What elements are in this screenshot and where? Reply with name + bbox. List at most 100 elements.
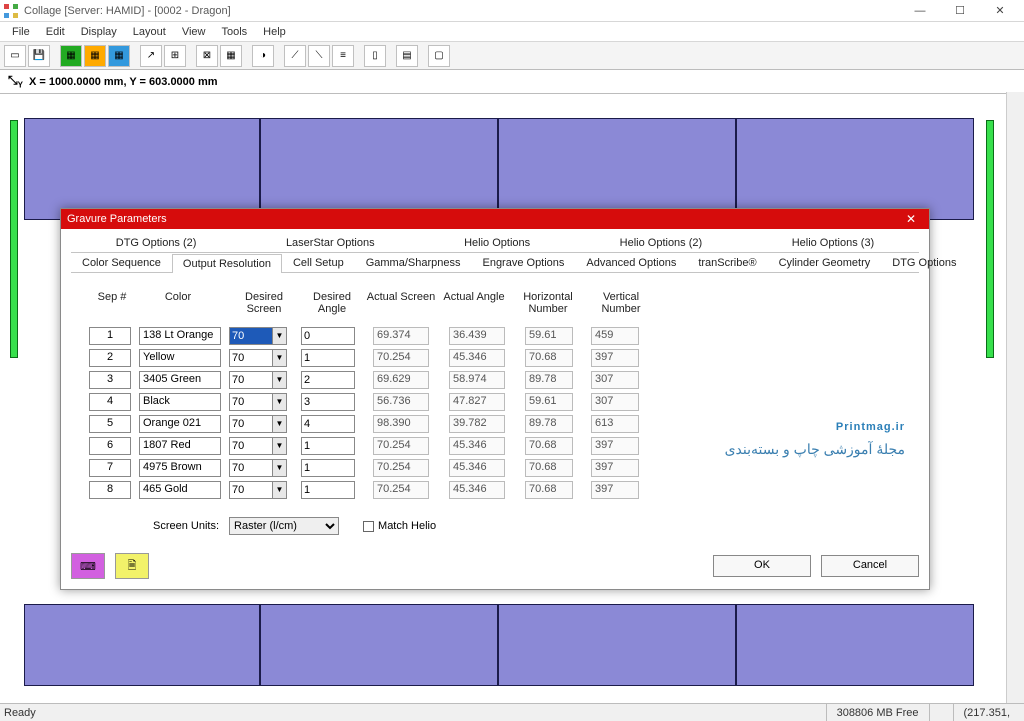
toolbar-button[interactable]: ◑	[252, 45, 274, 67]
close-window-button[interactable]: ✕	[980, 0, 1020, 22]
cell-color[interactable]: Orange 021	[139, 415, 221, 433]
desired-screen-input[interactable]	[230, 394, 272, 410]
desired-angle-input[interactable]	[301, 481, 355, 499]
toolbar-button[interactable]: ▭	[4, 45, 26, 67]
cell-color[interactable]: Yellow	[139, 349, 221, 367]
footer-icon-keyboard[interactable]: ⌨	[71, 553, 105, 579]
toolbar-button[interactable]: ▦	[84, 45, 106, 67]
tab-helio-options[interactable]: Helio Options	[453, 233, 541, 252]
tab-laserstar-options[interactable]: LaserStar Options	[275, 233, 386, 252]
tab-engrave-options[interactable]: Engrave Options	[471, 253, 575, 272]
menu-tools[interactable]: Tools	[213, 24, 255, 40]
tab-output-resolution[interactable]: Output Resolution	[172, 254, 282, 273]
cell-actual-angle: 45.346	[449, 437, 505, 455]
desired-angle-input[interactable]	[301, 327, 355, 345]
cell-vertical-number: 307	[591, 371, 639, 389]
desired-screen-input[interactable]	[230, 350, 272, 366]
watermark-sub: مجلهٔ آموزشی چاپ و بسته‌بندی	[725, 441, 905, 458]
dropdown-arrow-icon[interactable]: ▼	[272, 416, 286, 432]
toolbar-button[interactable]: 💾	[28, 45, 50, 67]
tab-gamma-sharpness[interactable]: Gamma/Sharpness	[355, 253, 472, 272]
cell-actual-angle: 47.827	[449, 393, 505, 411]
units-row: Screen Units: Raster (l/cm) Match Helio	[71, 517, 919, 535]
cell-desired-screen[interactable]: ▼	[229, 349, 287, 367]
gravure-parameters-dialog: Gravure Parameters ✕ DTG Options (2) Las…	[60, 208, 930, 590]
maximize-button[interactable]: ☐	[940, 0, 980, 22]
tab-dtg-options-2[interactable]: DTG Options (2)	[105, 233, 208, 252]
menu-view[interactable]: View	[174, 24, 214, 40]
menu-file[interactable]: File	[4, 24, 38, 40]
desired-screen-input[interactable]	[230, 460, 272, 476]
toolbar-button[interactable]: ⟋	[284, 45, 306, 67]
cell-color[interactable]: 465 Gold	[139, 481, 221, 499]
tab-helio-options-2[interactable]: Helio Options (2)	[609, 233, 714, 252]
minimize-button[interactable]: —	[900, 0, 940, 22]
menu-display[interactable]: Display	[73, 24, 125, 40]
dialog-title: Gravure Parameters	[67, 213, 167, 225]
tab-helio-options-3[interactable]: Helio Options (3)	[781, 233, 886, 252]
desired-angle-input[interactable]	[301, 393, 355, 411]
cell-desired-screen[interactable]: ▼	[229, 393, 287, 411]
main-toolbar: ▭ 💾 ▦ ▦ ▦ ↗ ⊞ ⊠ ▦ ◑ ⟋ ⟍ ≡ ▯ ▤ ▢	[0, 42, 1024, 70]
desired-screen-input[interactable]	[230, 372, 272, 388]
cell-desired-screen[interactable]: ▼	[229, 327, 287, 345]
toolbar-button[interactable]: ▢	[428, 45, 450, 67]
dropdown-arrow-icon[interactable]: ▼	[272, 372, 286, 388]
toolbar-button[interactable]: ⟍	[308, 45, 330, 67]
tab-cylinder-geometry[interactable]: Cylinder Geometry	[768, 253, 882, 272]
tab-advanced-options[interactable]: Advanced Options	[575, 253, 687, 272]
dropdown-arrow-icon[interactable]: ▼	[272, 328, 286, 344]
cell-color[interactable]: 4975 Brown	[139, 459, 221, 477]
desired-screen-input[interactable]	[230, 328, 272, 344]
desired-angle-input[interactable]	[301, 349, 355, 367]
dropdown-arrow-icon[interactable]: ▼	[272, 350, 286, 366]
desired-angle-input[interactable]	[301, 437, 355, 455]
desired-angle-input[interactable]	[301, 459, 355, 477]
ok-button[interactable]: OK	[713, 555, 811, 577]
dropdown-arrow-icon[interactable]: ▼	[272, 438, 286, 454]
toolbar-button[interactable]: ⊞	[164, 45, 186, 67]
toolbar-button[interactable]: ▦	[220, 45, 242, 67]
cell-color[interactable]: 3405 Green	[139, 371, 221, 389]
tab-dtg-options[interactable]: DTG Options	[881, 253, 967, 272]
menu-edit[interactable]: Edit	[38, 24, 73, 40]
toolbar-button[interactable]: ▦	[108, 45, 130, 67]
cell-vertical-number: 397	[591, 459, 639, 477]
toolbar-button[interactable]: ▤	[396, 45, 418, 67]
ruler-left	[10, 120, 18, 358]
dropdown-arrow-icon[interactable]: ▼	[272, 460, 286, 476]
dialog-close-button[interactable]: ✕	[899, 209, 923, 229]
menu-layout[interactable]: Layout	[125, 24, 174, 40]
cell-color[interactable]: 1807 Red	[139, 437, 221, 455]
desired-screen-input[interactable]	[230, 416, 272, 432]
desired-angle-input[interactable]	[301, 415, 355, 433]
cell-desired-screen[interactable]: ▼	[229, 415, 287, 433]
tab-cell-setup[interactable]: Cell Setup	[282, 253, 355, 272]
tab-transcribe[interactable]: tranScribe®	[687, 253, 767, 272]
cell-desired-screen[interactable]: ▼	[229, 371, 287, 389]
cell-color[interactable]: Black	[139, 393, 221, 411]
table-row: 33405 Green▼69.62958.97489.78307	[89, 369, 919, 391]
dropdown-arrow-icon[interactable]: ▼	[272, 394, 286, 410]
toolbar-button[interactable]: ↗	[140, 45, 162, 67]
toolbar-button[interactable]: ⊠	[196, 45, 218, 67]
footer-icon-note[interactable]: 🗎	[115, 553, 149, 579]
cancel-button[interactable]: Cancel	[821, 555, 919, 577]
cell-color[interactable]: 138 Lt Orange	[139, 327, 221, 345]
cell-actual-angle: 45.346	[449, 349, 505, 367]
toolbar-button[interactable]: ≡	[332, 45, 354, 67]
toolbar-button[interactable]: ▦	[60, 45, 82, 67]
desired-angle-input[interactable]	[301, 371, 355, 389]
cell-desired-screen[interactable]: ▼	[229, 437, 287, 455]
vertical-scrollbar[interactable]	[1006, 92, 1024, 703]
desired-screen-input[interactable]	[230, 438, 272, 454]
menu-help[interactable]: Help	[255, 24, 294, 40]
match-helio-checkbox[interactable]: Match Helio	[363, 520, 436, 532]
cell-desired-screen[interactable]: ▼	[229, 481, 287, 499]
dropdown-arrow-icon[interactable]: ▼	[272, 482, 286, 498]
toolbar-button[interactable]: ▯	[364, 45, 386, 67]
desired-screen-input[interactable]	[230, 482, 272, 498]
screen-units-select[interactable]: Raster (l/cm)	[229, 517, 339, 535]
tab-color-sequence[interactable]: Color Sequence	[71, 253, 172, 272]
cell-desired-screen[interactable]: ▼	[229, 459, 287, 477]
